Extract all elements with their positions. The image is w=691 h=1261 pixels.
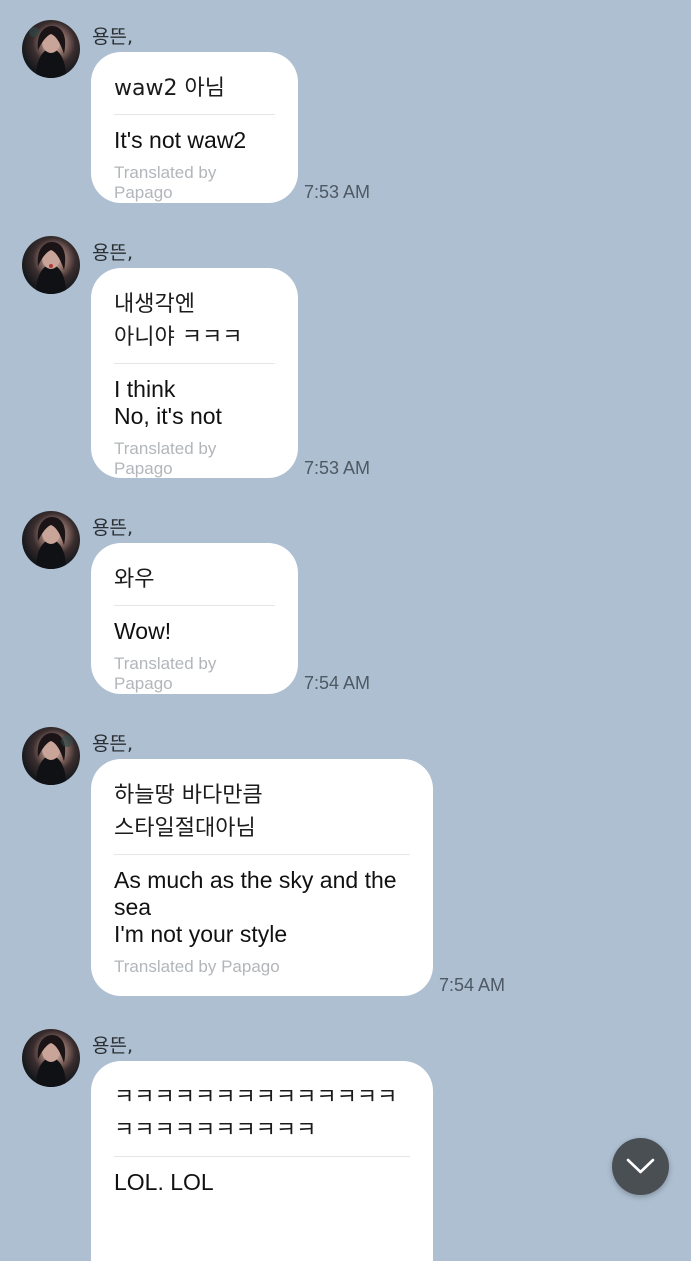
original-text: 와우 (114, 567, 155, 592)
avatar[interactable] (22, 511, 80, 569)
original-text: 하늘땅 바다만큼 스타일절대아님 (114, 783, 263, 841)
translated-text: I think No, it's not (114, 376, 222, 429)
sender-name: 용뜬, (92, 26, 133, 48)
translated-text: Wow! (114, 618, 172, 644)
divider (114, 363, 275, 364)
message-bubble[interactable]: 하늘땅 바다만큼 스타일절대아님 As much as the sky and … (91, 759, 433, 996)
avatar-image (36, 733, 73, 785)
avatar[interactable] (22, 20, 80, 78)
message-bubble[interactable]: 내생각엔 아니야 ㅋㅋㅋ I think No, it's not Transl… (91, 268, 298, 478)
sender-name: 용뜬, (92, 733, 133, 755)
avatar[interactable] (22, 236, 80, 294)
translated-text: LOL. LOL (114, 1169, 214, 1195)
divider (114, 605, 275, 606)
sender-name: 용뜬, (92, 242, 133, 264)
divider (114, 114, 275, 115)
timestamp: 7:53 AM (304, 458, 371, 478)
scroll-to-bottom-button[interactable] (612, 1138, 669, 1195)
avatar-image (29, 26, 66, 78)
timestamp: 7:54 AM (304, 673, 371, 693)
message-bubble[interactable]: 와우 Wow! Translated by Papago (91, 543, 298, 694)
timestamp: 7:54 AM (439, 975, 506, 995)
original-text: 내생각엔 아니야 ㅋㅋㅋ (114, 292, 243, 350)
translated-text: As much as the sky and the sea I'm not y… (114, 867, 397, 947)
avatar[interactable] (22, 1029, 80, 1087)
avatar-image (36, 517, 66, 569)
original-text: waw2 아님 (114, 76, 225, 101)
translation-credit: Translated by Papago (114, 439, 217, 478)
sender-name: 용뜬, (92, 1035, 133, 1057)
avatar-image (36, 1035, 66, 1087)
divider (114, 1156, 410, 1157)
translated-text: It's not waw2 (114, 127, 247, 153)
translation-credit: Translated by Papago (114, 654, 217, 693)
message-bubble[interactable]: ㅋㅋㅋㅋㅋㅋㅋㅋㅋㅋㅋㅋㅋㅋ ㅋㅋㅋㅋㅋㅋㅋㅋㅋㅋ LOL. LOL (91, 1061, 433, 1261)
avatar[interactable] (22, 727, 80, 785)
timestamp: 7:53 AM (304, 182, 371, 202)
divider (114, 854, 410, 855)
translation-credit: Translated by Papago (114, 163, 217, 202)
message-bubble[interactable]: waw2 아님 It's not waw2 Translated by Papa… (91, 52, 298, 203)
avatar-image (36, 242, 66, 294)
original-text: ㅋㅋㅋㅋㅋㅋㅋㅋㅋㅋㅋㅋㅋㅋ ㅋㅋㅋㅋㅋㅋㅋㅋㅋㅋ (114, 1085, 398, 1143)
sender-name: 용뜬, (92, 517, 133, 539)
chat-area[interactable]: 용뜬, waw2 아님 It's not waw2 Translated by … (0, 0, 691, 1261)
translation-credit: Translated by Papago (114, 957, 280, 976)
chevron-down-icon (626, 1158, 655, 1174)
